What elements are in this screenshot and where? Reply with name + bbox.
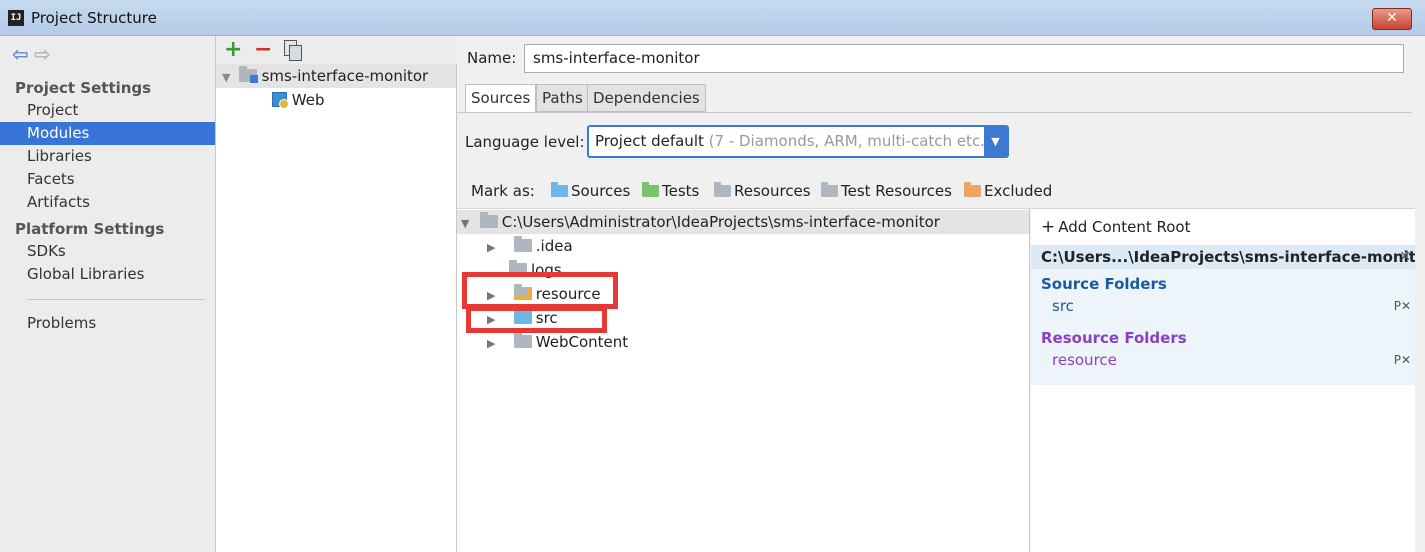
language-level-hint: (7 - Diamonds, ARM, multi-catch etc.) bbox=[708, 132, 991, 150]
nav-item-project[interactable]: Project bbox=[0, 99, 215, 122]
nav-item-libraries[interactable]: Libraries bbox=[0, 145, 215, 168]
window-title: Project Structure bbox=[31, 9, 157, 27]
resource-folders-heading: Resource Folders bbox=[1041, 329, 1187, 347]
nav-item-facets[interactable]: Facets bbox=[0, 168, 215, 191]
language-level-select[interactable]: Project default (7 - Diamonds, ARM, mult… bbox=[587, 125, 1009, 158]
mark-as-label: Mark as: bbox=[471, 182, 535, 200]
collapse-toggle-icon[interactable]: ▼ bbox=[222, 66, 234, 90]
highlight-box-resource bbox=[462, 272, 618, 309]
dropdown-arrow-icon[interactable]: ▼ bbox=[984, 127, 1007, 156]
expand-toggle-icon[interactable]: ▶ bbox=[487, 332, 501, 356]
intellij-icon: IJ bbox=[8, 10, 24, 26]
resource-entry-actions-icon[interactable]: P✕ bbox=[1394, 353, 1411, 367]
module-name: sms-interface-monitor bbox=[261, 67, 429, 85]
add-icon[interactable]: + bbox=[224, 37, 242, 62]
name-input[interactable]: sms-interface-monitor bbox=[524, 44, 1404, 73]
tab-dependencies[interactable]: Dependencies bbox=[587, 84, 706, 112]
nav-item-artifacts[interactable]: Artifacts bbox=[0, 191, 215, 214]
nav-divider bbox=[27, 299, 205, 300]
highlight-box-src bbox=[466, 306, 607, 333]
platform-settings-heading: Platform Settings bbox=[15, 220, 165, 238]
expand-toggle-icon[interactable]: ▶ bbox=[487, 236, 501, 260]
mark-sources-button[interactable]: Sources bbox=[551, 182, 630, 200]
language-level-value: Project default bbox=[595, 132, 704, 150]
content-root-panel: + Add Content Root C:\Users...\IdeaProjec… bbox=[1031, 208, 1415, 552]
nav-item-global-libraries[interactable]: Global Libraries bbox=[0, 263, 215, 286]
add-content-root-button[interactable]: + Add Content Root bbox=[1041, 217, 1190, 237]
facet-name: Web bbox=[291, 91, 325, 109]
close-button[interactable]: ✕ bbox=[1372, 8, 1412, 30]
content-root-path: C:\Users...\IdeaProjects\sms-interface-m… bbox=[1031, 245, 1415, 269]
module-panel: + − ▼ sms-interface-monitor Web bbox=[216, 36, 457, 552]
folder-icon bbox=[479, 212, 498, 228]
folder-icon bbox=[513, 332, 532, 348]
nav-item-problems[interactable]: Problems bbox=[0, 312, 215, 335]
tab-sources[interactable]: Sources bbox=[465, 84, 537, 112]
module-folder-icon bbox=[238, 66, 258, 83]
copy-icon[interactable] bbox=[284, 40, 302, 61]
module-tree-root[interactable]: ▼ sms-interface-monitor bbox=[216, 64, 456, 88]
nav-item-sdks[interactable]: SDKs bbox=[0, 240, 215, 263]
tree-row-webcontent[interactable]: ▶ WebContent bbox=[457, 330, 628, 354]
mark-test-resources-button[interactable]: Test Resources bbox=[821, 182, 952, 200]
source-entry-actions-icon[interactable]: P✕ bbox=[1394, 299, 1411, 313]
plus-icon: + bbox=[1041, 217, 1056, 237]
language-level-label: Language level: bbox=[465, 133, 585, 151]
tree-row-idea[interactable]: ▶ .idea bbox=[457, 234, 573, 258]
content-tree: ▼ C:\Users\Administrator\IdeaProjects\sm… bbox=[457, 208, 1030, 552]
mark-resources-button[interactable]: Resources bbox=[714, 182, 811, 200]
sources-folder-icon bbox=[551, 182, 568, 197]
web-facet-icon bbox=[272, 92, 289, 109]
mark-tests-button[interactable]: Tests bbox=[642, 182, 699, 200]
forward-arrow-icon[interactable]: ⇨ bbox=[34, 42, 56, 66]
remove-icon[interactable]: − bbox=[254, 37, 272, 62]
module-editor: Name: sms-interface-monitor Sources Path… bbox=[457, 36, 1425, 552]
module-toolbar: + − bbox=[216, 36, 457, 64]
remove-root-icon[interactable]: ✕ bbox=[1399, 245, 1411, 269]
project-settings-heading: Project Settings bbox=[15, 79, 152, 97]
tree-root-row[interactable]: ▼ C:\Users\Administrator\IdeaProjects\sm… bbox=[457, 210, 1029, 234]
collapse-toggle-icon[interactable]: ▼ bbox=[461, 212, 475, 236]
mark-excluded-button[interactable]: Excluded bbox=[964, 182, 1052, 200]
tests-folder-icon bbox=[642, 182, 659, 197]
content-root-box: C:\Users...\IdeaProjects\sms-interface-m… bbox=[1031, 245, 1415, 385]
source-folders-heading: Source Folders bbox=[1041, 275, 1167, 293]
name-label: Name: bbox=[467, 49, 517, 67]
back-arrow-icon[interactable]: ⇦ bbox=[12, 42, 34, 66]
settings-nav: ⇦ ⇨ Project Settings Project Modules Libr… bbox=[0, 36, 216, 552]
title-bar: IJ Project Structure ✕ bbox=[0, 0, 1425, 36]
nav-item-modules[interactable]: Modules bbox=[0, 122, 215, 145]
resource-folder-entry[interactable]: resource bbox=[1052, 351, 1117, 369]
tree-root-path: C:\Users\Administrator\IdeaProjects\sms-… bbox=[501, 213, 940, 231]
folder-icon bbox=[513, 236, 532, 252]
resources-folder-icon bbox=[714, 182, 731, 197]
module-facet-web[interactable]: Web bbox=[216, 88, 324, 112]
tab-divider bbox=[457, 112, 1412, 113]
source-folder-entry[interactable]: src bbox=[1052, 297, 1074, 315]
test-resources-folder-icon bbox=[821, 182, 838, 197]
tab-paths[interactable]: Paths bbox=[536, 84, 589, 112]
nav-arrows: ⇦ ⇨ bbox=[12, 42, 56, 66]
excluded-folder-icon bbox=[964, 182, 981, 197]
